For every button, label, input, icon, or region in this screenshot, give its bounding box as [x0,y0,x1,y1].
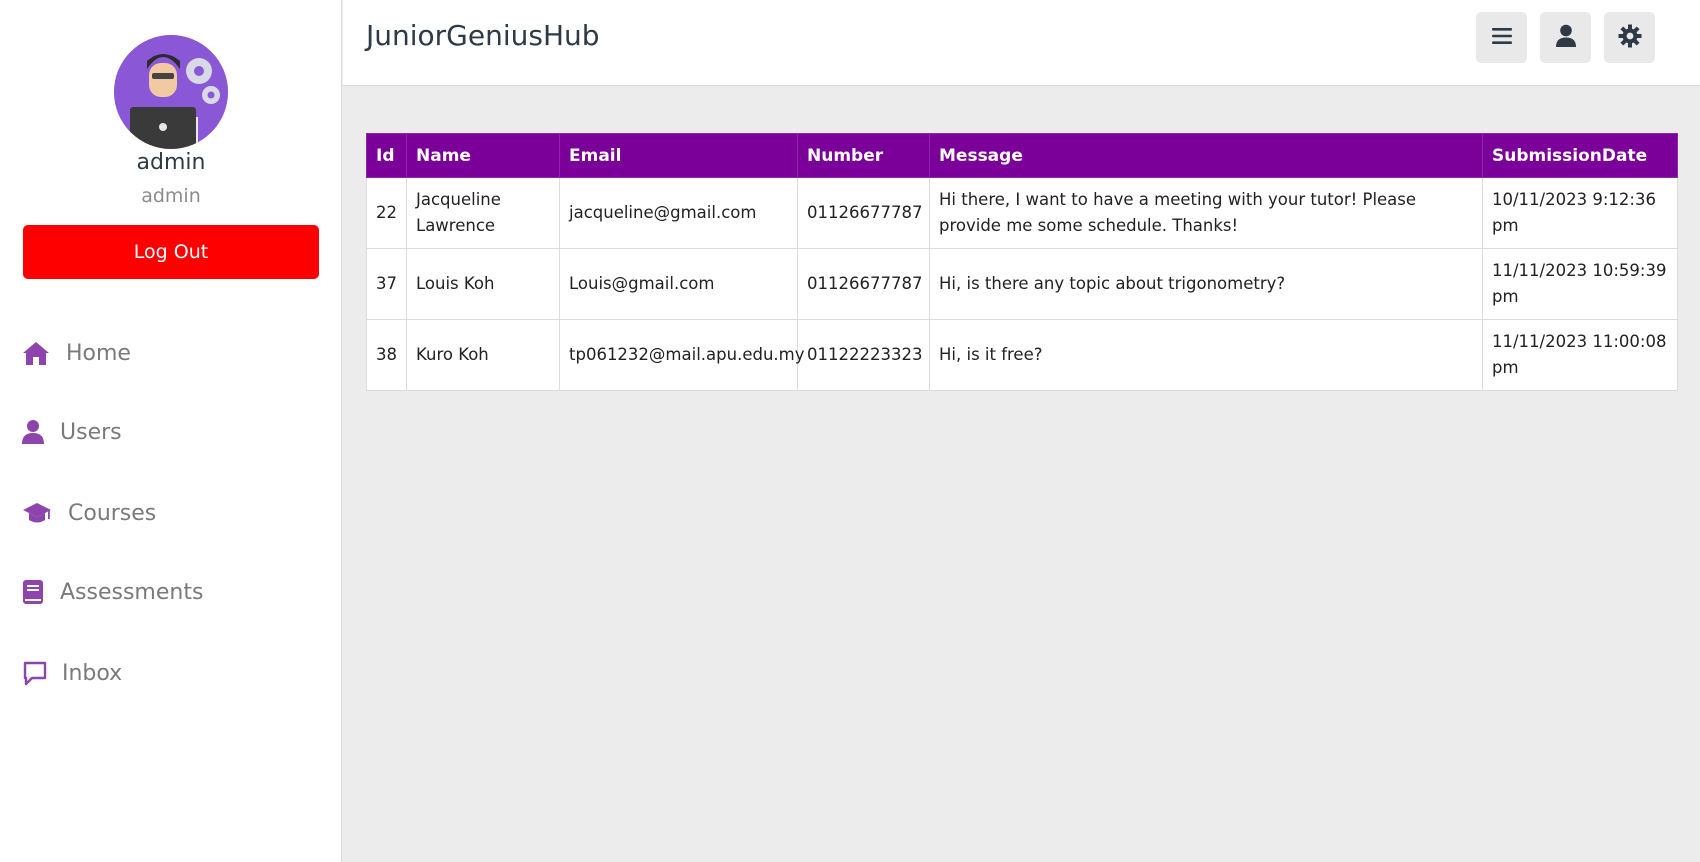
book-icon [22,577,52,607]
sidebar-item-home[interactable]: Home [22,333,131,373]
cell-number: 01126677787 [797,177,930,249]
column-header-name[interactable]: Name [406,133,560,178]
table-row[interactable]: 37 Louis Koh Louis@gmail.com 01126677787… [366,248,1678,320]
message-icon [22,658,52,688]
column-header-message[interactable]: Message [929,133,1483,178]
column-header-number[interactable]: Number [797,133,930,178]
profile-role: admin [141,185,201,207]
sidebar-item-label: Courses [68,500,157,526]
menu-icon [1491,26,1513,49]
profile-name: admin [136,150,206,175]
cell-email: Louis@gmail.com [559,248,798,320]
sidebar-item-users[interactable]: Users [22,412,122,452]
admin-avatar-illustration [114,35,228,149]
cell-submission-date: 11/11/2023 10:59:39 pm [1482,248,1678,320]
top-header: JuniorGeniusHub [343,0,1700,86]
sidebar-item-inbox[interactable]: Inbox [22,653,122,693]
cell-name: Jacqueline Lawrence [406,177,560,249]
sidebar-item-courses[interactable]: Courses [22,493,156,533]
avatar [114,35,228,149]
cell-name: Louis Koh [406,248,560,320]
cell-message: Hi there, I want to have a meeting with … [929,177,1483,249]
column-header-submission-date[interactable]: SubmissionDate [1482,133,1678,178]
column-header-email[interactable]: Email [559,133,798,178]
cell-number: 01126677787 [797,248,930,320]
table-row[interactable]: 38 Kuro Koh tp061232@mail.apu.edu.my 011… [366,319,1678,391]
profile-button[interactable] [1540,12,1591,63]
messages-table: Id Name Email Number Message SubmissionD… [366,133,1678,391]
logout-button[interactable]: Log Out [23,225,319,279]
sidebar-item-label: Assessments [60,579,204,605]
settings-button[interactable] [1604,12,1655,63]
cell-submission-date: 10/11/2023 9:12:36 pm [1482,177,1678,249]
cell-email: jacqueline@gmail.com [559,177,798,249]
cell-name: Kuro Koh [406,319,560,391]
table-header-row: Id Name Email Number Message SubmissionD… [366,133,1678,178]
sidebar-item-assessments[interactable]: Assessments [22,572,203,612]
sidebar-item-label: Inbox [62,660,123,686]
sidebar: admin admin Log Out Home Users Courses A… [0,0,342,862]
sidebar-item-label: Users [60,419,122,445]
cell-id: 22 [366,177,407,249]
app-title: JuniorGeniusHub [366,19,600,52]
cell-message: Hi, is there any topic about trigonometr… [929,248,1483,320]
column-header-id[interactable]: Id [366,133,407,178]
settings-icon [1618,24,1642,51]
menu-button[interactable] [1476,12,1527,63]
home-icon [22,338,52,368]
user-icon [22,417,52,447]
cell-number: 01122223323 [797,319,930,391]
graduation-cap-icon [22,498,52,528]
messages-table-container: Id Name Email Number Message SubmissionD… [366,133,1678,391]
user-icon [1555,24,1577,51]
cell-submission-date: 11/11/2023 11:00:08 pm [1482,319,1678,391]
cell-message: Hi, is it free? [929,319,1483,391]
sidebar-item-label: Home [66,340,131,366]
table-row[interactable]: 22 Jacqueline Lawrence jacqueline@gmail.… [366,177,1678,249]
cell-id: 38 [366,319,407,391]
cell-id: 37 [366,248,407,320]
cell-email: tp061232@mail.apu.edu.my [559,319,804,391]
